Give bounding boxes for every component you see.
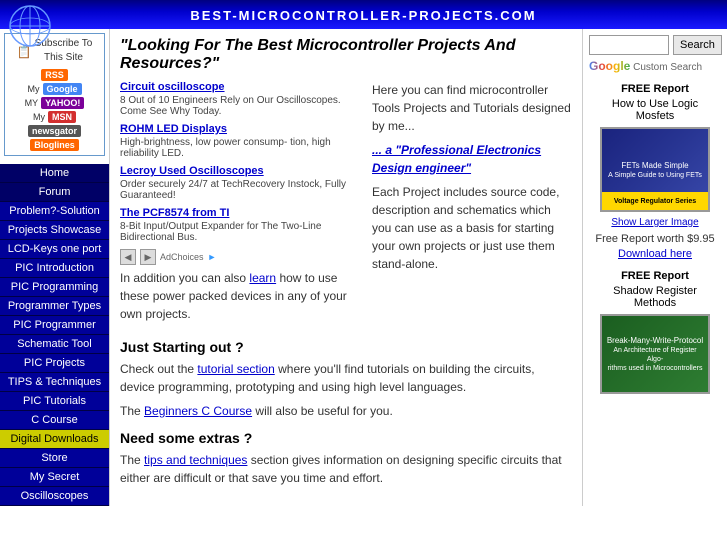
google-badge: Google <box>43 83 82 95</box>
free-report2-title: FREE Report <box>589 270 721 282</box>
tips-techniques-link[interactable]: tips and techniques <box>144 453 247 467</box>
nav-tips-techniques[interactable]: TIPS & Techniques <box>0 373 109 392</box>
section2-body: The tips and techniques section gives in… <box>120 451 572 487</box>
content-left: Circuit oscilloscope 8 Out of 10 Enginee… <box>120 81 362 329</box>
google-item[interactable]: My Google <box>28 83 82 95</box>
bloglines-badge: Bloglines <box>30 139 79 151</box>
site-title: best-microcontroller-projects.com <box>190 8 536 23</box>
ad-next-btn[interactable]: ▶ <box>140 249 156 265</box>
google-prefix: My <box>28 84 40 94</box>
google-custom-search: Google Custom Search <box>589 59 721 73</box>
ad-link-1[interactable]: Circuit oscilloscope <box>120 81 362 93</box>
book-cover-text-2: Break-Many-Write-ProtocolAn Architecture… <box>602 332 708 376</box>
newsgator-badge: newsgator <box>28 125 81 137</box>
nav-programmer-types[interactable]: Programmer Types <box>0 297 109 316</box>
free-report2-sub1: Shadow Register <box>589 285 721 297</box>
nav-menu: Home Forum Problem?-Solution Projects Sh… <box>0 164 109 506</box>
rss-item[interactable]: RSS <box>41 69 68 81</box>
bloglines-item[interactable]: Bloglines <box>30 139 79 151</box>
nav-my-secret[interactable]: My Secret <box>0 468 109 487</box>
free-report1-sub1: How to Use Logic <box>589 98 721 110</box>
tutorial-link[interactable]: tutorial section <box>197 362 274 376</box>
nav-pic-programmer[interactable]: PIC Programmer <box>0 316 109 335</box>
section2-heading: Need some extras ? <box>120 430 572 446</box>
rss-badge: RSS <box>41 69 68 81</box>
beginners-c-link[interactable]: Beginners C Course <box>144 404 252 418</box>
main-heading: "Looking For The Best Microcontroller Pr… <box>120 37 572 73</box>
yahoo-item[interactable]: MY YAHOO! <box>25 97 85 109</box>
nav-home[interactable]: Home <box>0 164 109 183</box>
nav-digital-downloads[interactable]: Digital Downloads <box>0 430 109 449</box>
subscribe-subtitle: This Site <box>35 52 93 63</box>
msn-prefix: My <box>33 112 45 122</box>
left-sidebar: 📋 Subscribe To This Site RSS My Google M… <box>0 29 110 506</box>
right-body: Each Project includes source code, descr… <box>372 183 572 273</box>
ad-prev-btn[interactable]: ◀ <box>120 249 136 265</box>
section1-heading: Just Starting out ? <box>120 339 572 355</box>
globe-icon <box>8 4 53 52</box>
search-input[interactable] <box>589 35 669 55</box>
content-area: "Looking For The Best Microcontroller Pr… <box>110 29 582 506</box>
free-report-worth: Free Report worth $9.95 <box>589 233 721 245</box>
learn-text: In addition you can also learn how to us… <box>120 269 362 323</box>
search-box: Search <box>589 35 721 55</box>
free-report1-title: FREE Report <box>589 83 721 95</box>
nav-projects-showcase[interactable]: Projects Showcase <box>0 221 109 240</box>
ad-link-4[interactable]: The PCF8574 from TI <box>120 207 362 219</box>
book-cover-1: FETs Made SimpleA Simple Guide to Using … <box>600 127 710 212</box>
book-cover-2: Break-Many-Write-ProtocolAn Architecture… <box>600 314 710 394</box>
custom-search-label: Custom Search <box>633 62 702 73</box>
site-header: best-microcontroller-projects.com <box>0 0 727 29</box>
nav-oscilloscopes[interactable]: Oscilloscopes <box>0 487 109 506</box>
section1-body2: The Beginners C Course will also be usef… <box>120 402 572 420</box>
yahoo-badge: YAHOO! <box>41 97 84 109</box>
nav-schematic-tool[interactable]: Schematic Tool <box>0 335 109 354</box>
free-report2-sub2: Methods <box>589 297 721 309</box>
search-button[interactable]: Search <box>673 35 722 55</box>
ad-choices-icon: ► <box>208 252 217 262</box>
ad-desc-3: Order securely 24/7 at TechRecovery Inst… <box>120 179 362 201</box>
nav-pic-intro[interactable]: PIC Introduction <box>0 259 109 278</box>
nav-pic-tutorials[interactable]: PIC Tutorials <box>0 392 109 411</box>
ad-link-2[interactable]: ROHM LED Displays <box>120 123 362 135</box>
nav-pic-programming[interactable]: PIC Programming <box>0 278 109 297</box>
google-logo: Google <box>589 59 630 73</box>
ad-choices-label: AdChoices <box>160 252 204 262</box>
nav-c-course[interactable]: C Course <box>0 411 109 430</box>
section1-body1: Check out the tutorial section where you… <box>120 360 572 396</box>
ad-desc-2: High-brightness, low power consump- tion… <box>120 137 362 159</box>
content-right: Here you can find microcontroller Tools … <box>372 81 572 329</box>
rss-icons: RSS My Google MY YAHOO! My MSN newsgator <box>9 69 100 151</box>
right-sidebar: Search Google Custom Search FREE Report … <box>582 29 727 506</box>
report-section-1: FREE Report How to Use Logic Mosfets FET… <box>589 83 721 260</box>
newsgator-item[interactable]: newsgator <box>28 125 81 137</box>
content-grid: Circuit oscilloscope 8 Out of 10 Enginee… <box>120 81 572 329</box>
free-report1-sub2: Mosfets <box>589 110 721 122</box>
book-cover-stripe-1: Voltage Regulator Series <box>602 192 708 210</box>
download-here-link[interactable]: Download here <box>618 248 692 260</box>
nav-forum[interactable]: Forum <box>0 183 109 202</box>
ad-nav: ◀ ▶ <box>120 249 156 265</box>
msn-item[interactable]: My MSN <box>33 111 76 123</box>
nav-pic-projects[interactable]: PIC Projects <box>0 354 109 373</box>
main-wrapper: 📋 Subscribe To This Site RSS My Google M… <box>0 29 727 506</box>
nav-problem-solution[interactable]: Problem?-Solution <box>0 202 109 221</box>
stripe-text-1: Voltage Regulator Series <box>614 198 696 205</box>
yahoo-prefix: MY <box>25 98 39 108</box>
nav-store[interactable]: Store <box>0 449 109 468</box>
nav-lcd-keys[interactable]: LCD-Keys one port <box>0 240 109 259</box>
learn-link[interactable]: learn <box>249 271 276 285</box>
right-link: ... a "Professional Electronics Design e… <box>372 141 572 177</box>
ad-choices-bar: ◀ ▶ AdChoices ► <box>120 249 362 265</box>
ad-desc-4: 8-Bit Input/Output Expander for The Two-… <box>120 221 362 243</box>
book-cover-text-1: FETs Made SimpleA Simple Guide to Using … <box>604 157 706 183</box>
ad-link-3[interactable]: Lecroy Used Oscilloscopes <box>120 165 362 177</box>
report-section-2: FREE Report Shadow Register Methods Brea… <box>589 270 721 394</box>
show-larger-link[interactable]: Show Larger Image <box>589 217 721 228</box>
right-intro: Here you can find microcontroller Tools … <box>372 81 572 135</box>
ad-desc-1: 8 Out of 10 Engineers Rely on Our Oscill… <box>120 95 362 117</box>
professional-link[interactable]: ... a "Professional Electronics Design e… <box>372 143 541 175</box>
msn-badge: MSN <box>48 111 76 123</box>
